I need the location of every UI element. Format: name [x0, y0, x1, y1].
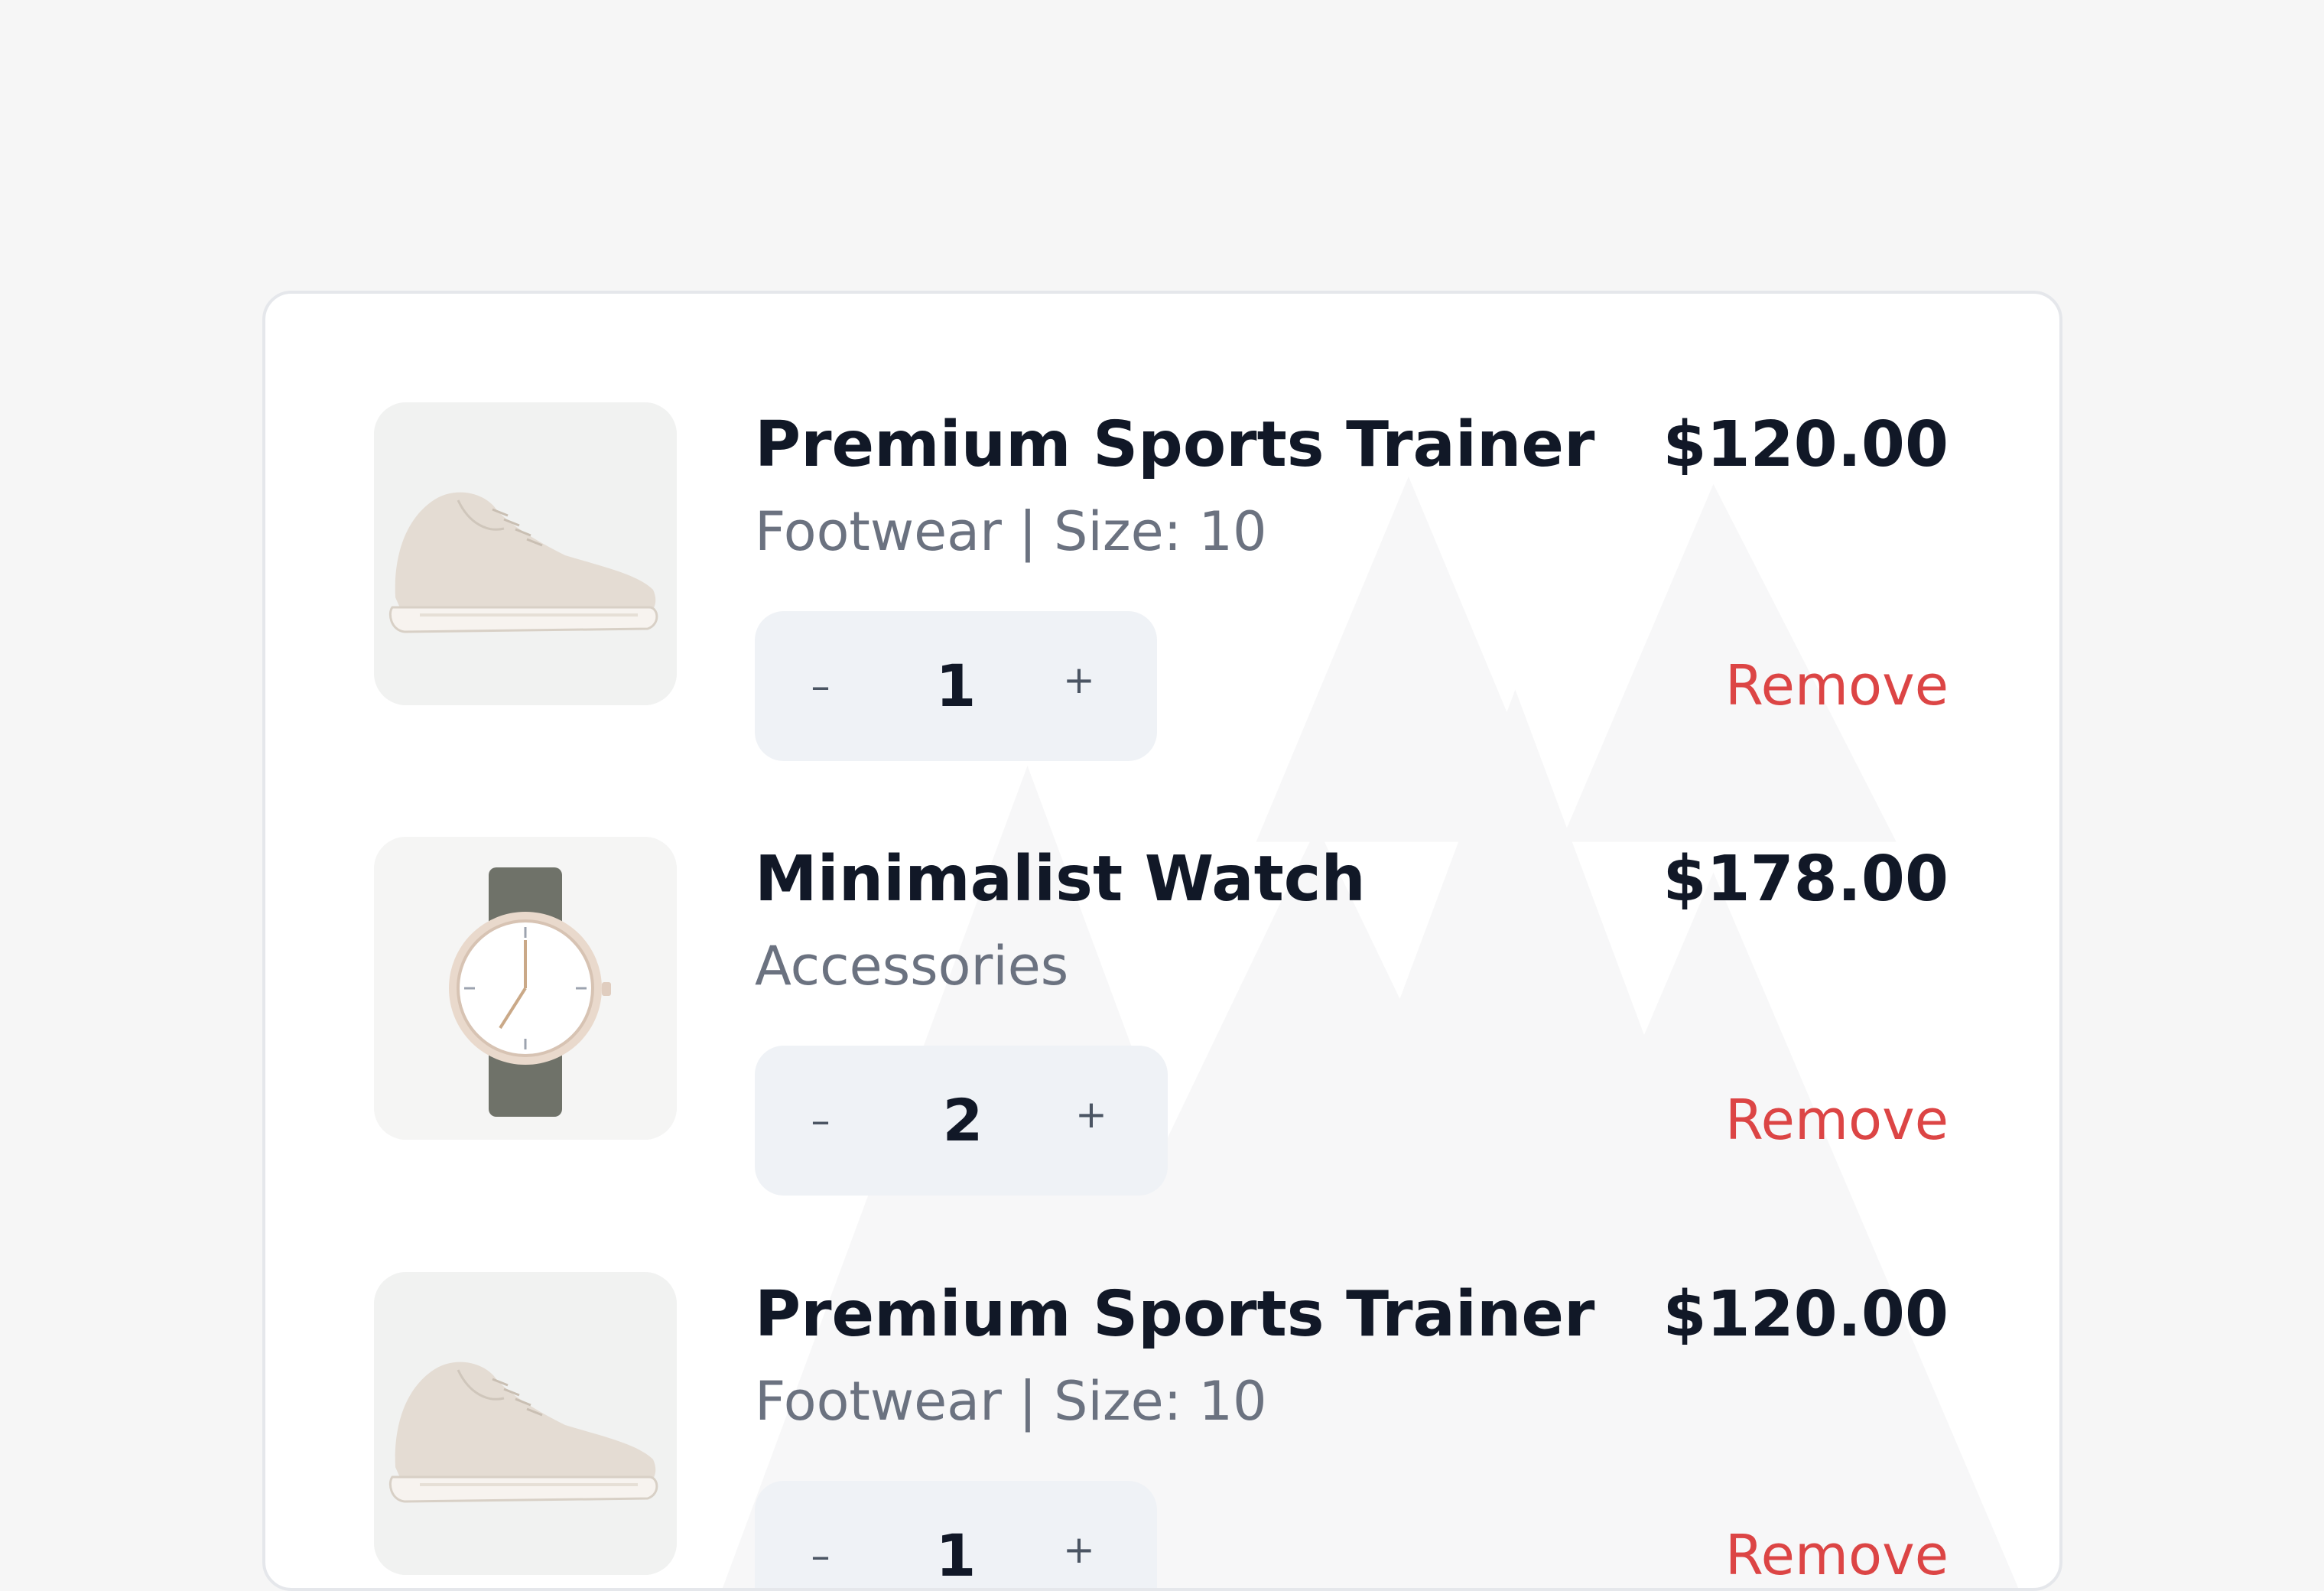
product-price: $178.00 — [1663, 843, 1949, 916]
decrement-button[interactable]: – — [798, 1533, 843, 1579]
cart-card: Premium Sports Trainer Footwear | Size: … — [262, 291, 2062, 1591]
remove-button[interactable]: Remove — [1725, 653, 1949, 717]
product-price: $120.00 — [1663, 1278, 1949, 1351]
sneaker-image — [374, 402, 677, 705]
product-meta: Footwear | Size: 10 — [755, 1370, 1267, 1433]
quantity-value: 2 — [942, 1086, 983, 1154]
decrement-button[interactable]: – — [798, 663, 843, 709]
decrement-button[interactable]: – — [798, 1098, 843, 1144]
product-name: Premium Sports Trainer — [755, 408, 1595, 481]
product-image[interactable] — [374, 1272, 677, 1575]
cart-item: Minimalist Watch Accessories $178.00 – 2… — [265, 728, 2059, 1196]
quantity-value: 1 — [935, 1521, 977, 1589]
cart-item: Premium Sports Trainer Footwear | Size: … — [265, 1163, 2059, 1588]
quantity-stepper: – 1 + — [755, 1481, 1157, 1589]
remove-button[interactable]: Remove — [1725, 1523, 1949, 1587]
remove-button[interactable]: Remove — [1725, 1088, 1949, 1152]
product-image[interactable] — [374, 402, 677, 705]
increment-button[interactable]: + — [1056, 657, 1102, 703]
product-name: Minimalist Watch — [755, 843, 1366, 916]
product-meta: Footwear | Size: 10 — [755, 500, 1267, 563]
product-price: $120.00 — [1663, 408, 1949, 481]
sneaker-image — [374, 1272, 677, 1575]
product-meta: Accessories — [755, 935, 1069, 997]
increment-button[interactable]: + — [1068, 1092, 1114, 1137]
increment-button[interactable]: + — [1056, 1527, 1102, 1573]
quantity-value: 1 — [935, 652, 977, 720]
product-image[interactable] — [374, 837, 677, 1140]
watch-image — [374, 837, 677, 1140]
cart-item: Premium Sports Trainer Footwear | Size: … — [265, 294, 2059, 761]
product-name: Premium Sports Trainer — [755, 1278, 1595, 1351]
